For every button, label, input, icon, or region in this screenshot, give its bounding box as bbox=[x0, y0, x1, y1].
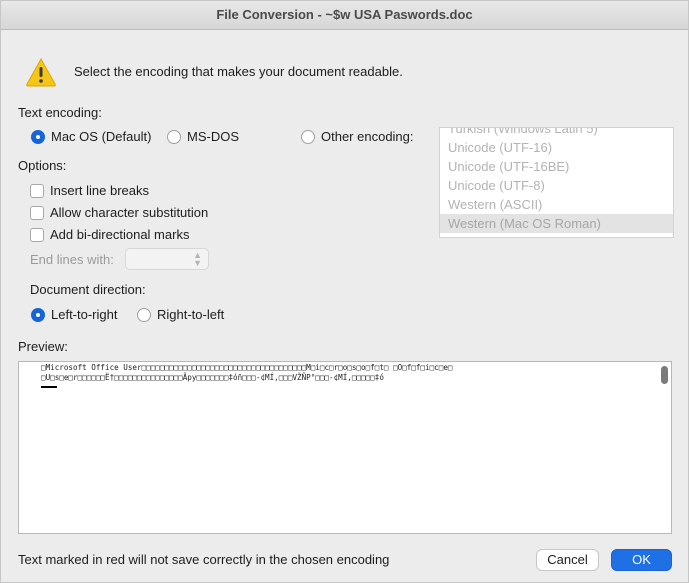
encoding-item[interactable]: Unicode (UTF-16) bbox=[440, 138, 673, 157]
encoding-item[interactable]: Unicode (UTF-16BE) bbox=[440, 157, 673, 176]
checkbox-allow-substitution-label: Allow character substitution bbox=[50, 205, 209, 221]
radio-left-to-right-indicator[interactable] bbox=[31, 307, 45, 322]
cancel-button[interactable]: Cancel bbox=[536, 549, 599, 571]
encoding-list[interactable]: Turkish (Windows Latin 5) Unicode (UTF-1… bbox=[439, 127, 674, 238]
radio-left-to-right[interactable]: Left-to-right bbox=[31, 306, 117, 322]
document-direction-label: Document direction: bbox=[30, 282, 146, 297]
checkbox-bidi-marks-label: Add bi-directional marks bbox=[50, 227, 190, 243]
encoding-item[interactable]: Turkish (Windows Latin 5) bbox=[440, 128, 673, 138]
preview-line: □U□s□e□r□□□□□□Ë†□□□□□□□□□□□□□□□Ãpy□□□□□□… bbox=[41, 373, 384, 382]
text-cursor bbox=[41, 386, 57, 388]
file-conversion-dialog: File Conversion - ~$w USA Paswords.doc S… bbox=[0, 0, 689, 583]
checkbox-insert-line-breaks[interactable]: Insert line breaks bbox=[30, 182, 149, 198]
end-lines-label: End lines with: bbox=[30, 252, 114, 267]
encoding-item-selected[interactable]: Western (Mac OS Roman) bbox=[440, 214, 673, 233]
radio-ms-dos[interactable]: MS-DOS bbox=[167, 128, 239, 144]
radio-other-encoding[interactable]: Other encoding: bbox=[301, 128, 414, 144]
preview-text: □Microsoft Office User□□□□□□□□□□□□□□□□□□… bbox=[41, 363, 651, 383]
instruction-message: Select the encoding that makes your docu… bbox=[74, 64, 403, 79]
end-lines-popup[interactable]: ▲ ▼ bbox=[125, 248, 209, 270]
preview-label: Preview: bbox=[18, 339, 68, 354]
radio-other-encoding-label: Other encoding: bbox=[321, 129, 414, 145]
footer-note: Text marked in red will not save correct… bbox=[18, 552, 390, 567]
radio-other-encoding-indicator[interactable] bbox=[301, 129, 315, 144]
radio-ms-dos-label: MS-DOS bbox=[187, 129, 239, 145]
encoding-item[interactable]: Western (ASCII) bbox=[440, 195, 673, 214]
preview-line: □Microsoft Office User□□□□□□□□□□□□□□□□□□… bbox=[41, 363, 453, 372]
warning-icon bbox=[26, 57, 56, 87]
radio-right-to-left[interactable]: Right-to-left bbox=[137, 306, 224, 322]
preview-pane[interactable]: □Microsoft Office User□□□□□□□□□□□□□□□□□□… bbox=[18, 361, 672, 534]
checkbox-bidi-marks-box[interactable] bbox=[30, 227, 44, 242]
radio-mac-os-label: Mac OS (Default) bbox=[51, 129, 152, 145]
checkbox-insert-line-breaks-box[interactable] bbox=[30, 183, 44, 198]
checkbox-allow-substitution-box[interactable] bbox=[30, 205, 44, 220]
radio-left-to-right-label: Left-to-right bbox=[51, 307, 118, 323]
encoding-item[interactable]: Unicode (UTF-8) bbox=[440, 176, 673, 195]
radio-ms-dos-indicator[interactable] bbox=[167, 129, 181, 144]
checkbox-bidi-marks[interactable]: Add bi-directional marks bbox=[30, 226, 189, 242]
ok-button[interactable]: OK bbox=[611, 549, 672, 571]
text-encoding-label: Text encoding: bbox=[18, 105, 102, 120]
chevron-updown-icon: ▲ ▼ bbox=[193, 250, 202, 268]
window-title: File Conversion - ~$w USA Paswords.doc bbox=[1, 1, 688, 30]
preview-scrollbar[interactable] bbox=[661, 366, 668, 384]
checkbox-allow-substitution[interactable]: Allow character substitution bbox=[30, 204, 208, 220]
radio-right-to-left-indicator[interactable] bbox=[137, 307, 151, 322]
radio-mac-os-indicator[interactable] bbox=[31, 129, 45, 144]
options-label: Options: bbox=[18, 158, 67, 173]
checkbox-insert-line-breaks-label: Insert line breaks bbox=[50, 183, 149, 199]
radio-right-to-left-label: Right-to-left bbox=[157, 307, 225, 323]
radio-mac-os[interactable]: Mac OS (Default) bbox=[31, 128, 151, 144]
